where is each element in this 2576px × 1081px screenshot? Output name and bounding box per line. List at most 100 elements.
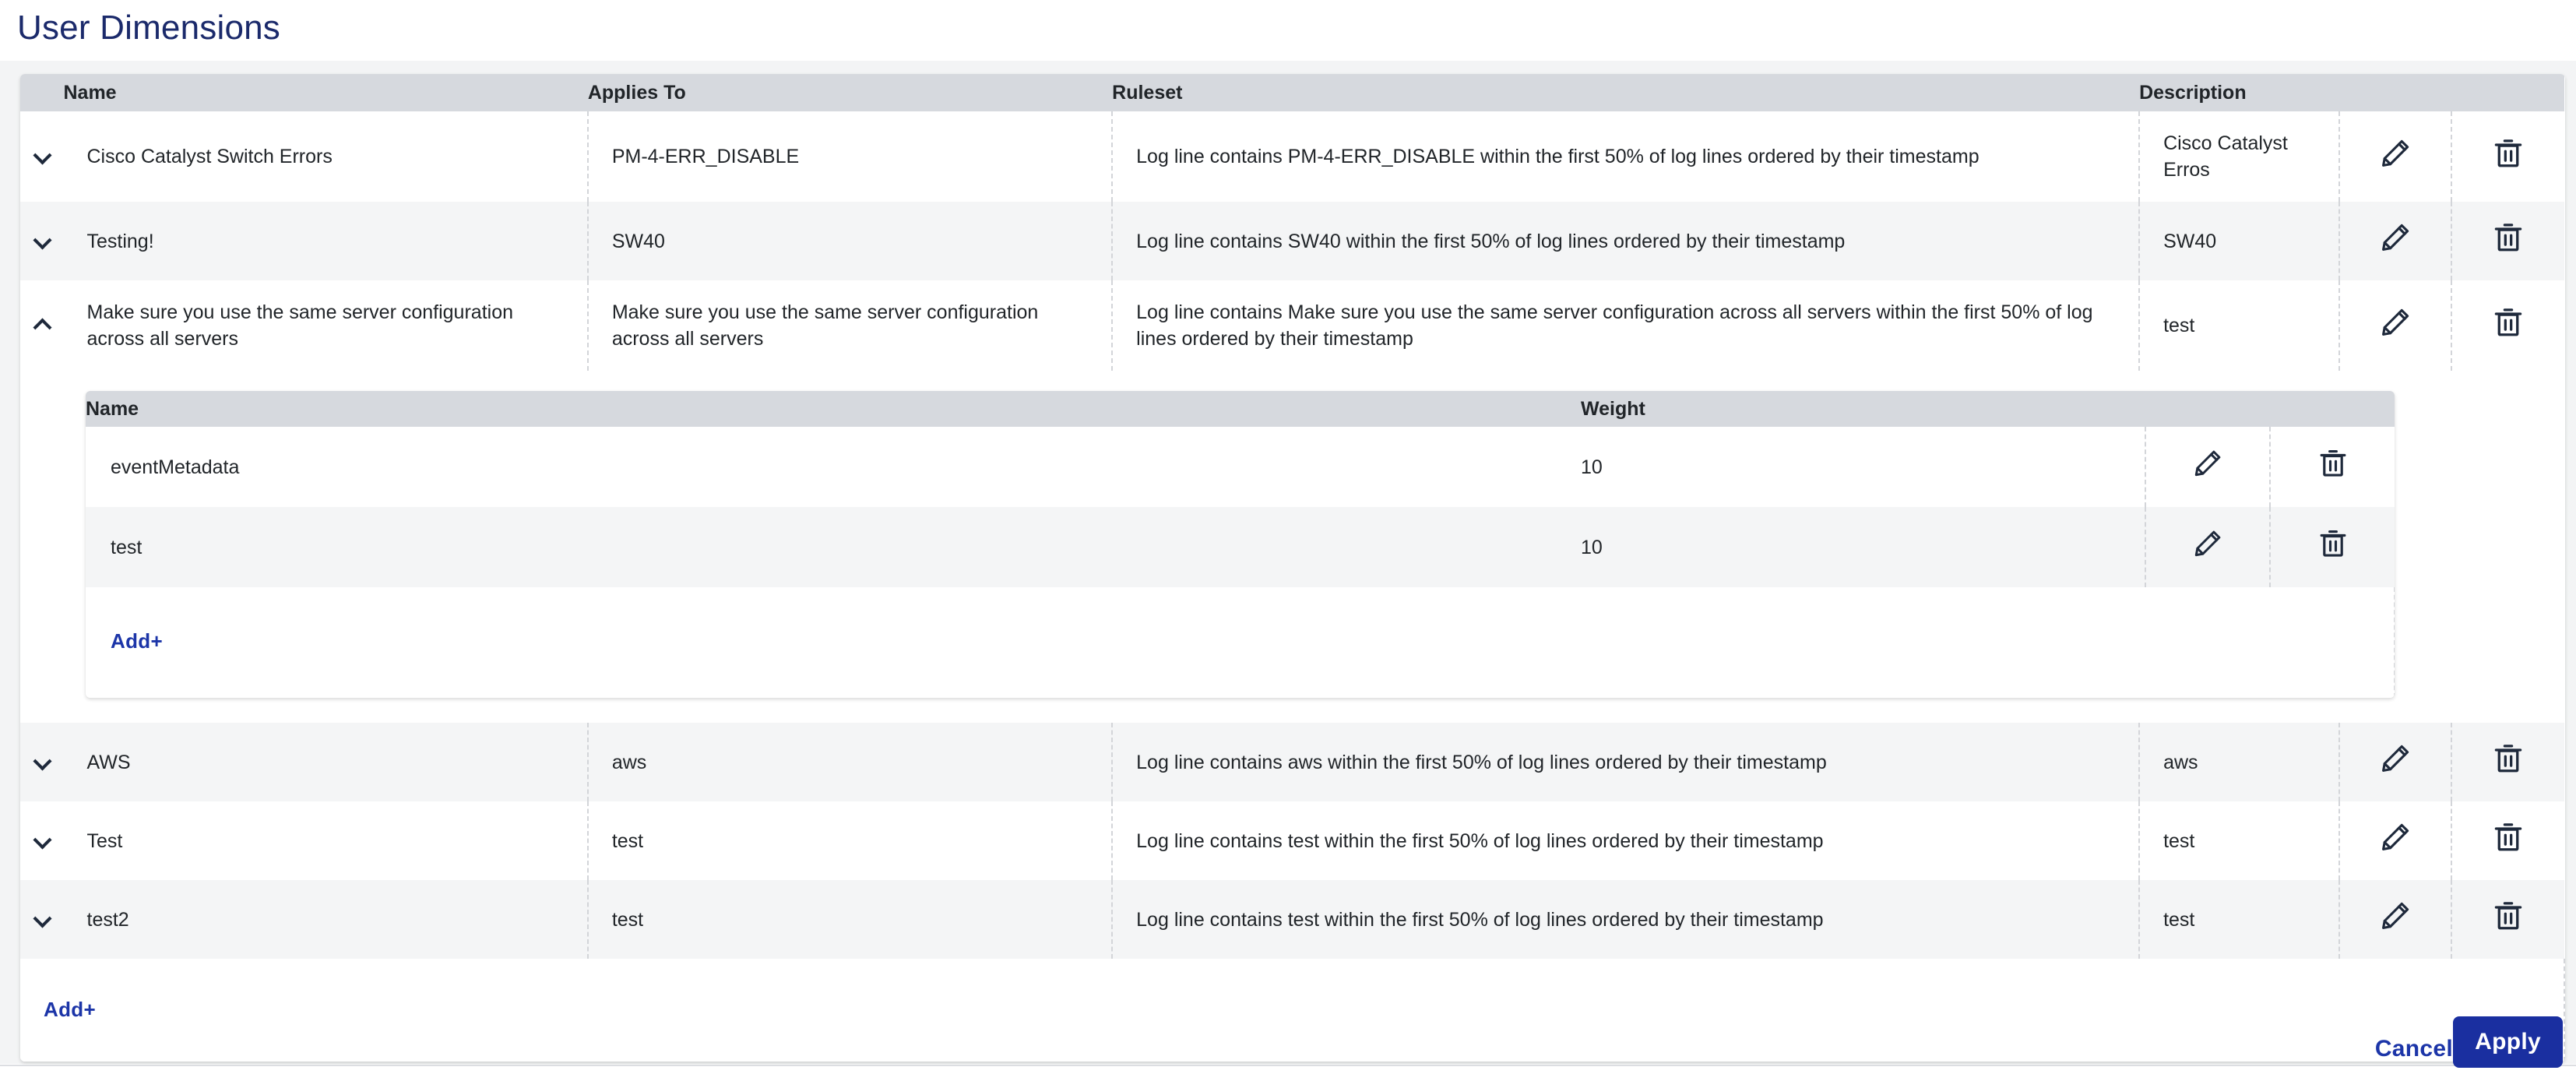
trash-icon[interactable]: [2317, 447, 2349, 480]
cell-name: AWS: [64, 723, 588, 801]
cell-description: aws: [2139, 723, 2339, 801]
trash-icon[interactable]: [2317, 527, 2349, 560]
chevron-down-icon[interactable]: [33, 830, 51, 847]
apply-button[interactable]: Apply: [2453, 1016, 2563, 1068]
cell-name: Cisco Catalyst Switch Errors: [64, 111, 588, 202]
cell-applies-to: aws: [588, 723, 1112, 801]
sub-cell-weight: 10: [1581, 427, 2145, 507]
cell-ruleset: Log line contains SW40 within the first …: [1112, 202, 2139, 280]
sub-edit-button[interactable]: [2145, 507, 2270, 587]
delete-row-button[interactable]: [2451, 880, 2564, 959]
delete-row-button[interactable]: [2451, 111, 2564, 202]
sub-table-row: test 10: [86, 507, 2395, 587]
dimension-fields-card: Name Weight eventMetadata: [86, 391, 2395, 698]
row-expand-toggle[interactable]: [20, 202, 64, 280]
cell-description: SW40: [2139, 202, 2339, 280]
header-edit: [2339, 74, 2451, 111]
pencil-icon[interactable]: [2378, 899, 2412, 933]
sub-edit-button[interactable]: [2145, 427, 2270, 507]
edit-row-button[interactable]: [2339, 880, 2451, 959]
sub-table-body: eventMetadata 10: [86, 427, 2395, 698]
chevron-down-icon[interactable]: [33, 231, 51, 248]
cell-description: Cisco Catalyst Erros: [2139, 111, 2339, 202]
sub-table-row: eventMetadata 10: [86, 427, 2395, 507]
row-expand-toggle[interactable]: [20, 880, 64, 959]
pencil-icon[interactable]: [2191, 527, 2224, 560]
header-description: Description: [2139, 74, 2339, 111]
edit-row-button[interactable]: [2339, 801, 2451, 880]
trash-icon[interactable]: [2491, 899, 2525, 933]
sub-cell-name: eventMetadata: [86, 427, 1581, 507]
row-collapse-toggle[interactable]: [20, 280, 64, 371]
sub-table-add-row: Add+: [86, 587, 2395, 698]
sub-cell-weight: 10: [1581, 507, 2145, 587]
pencil-icon[interactable]: [2378, 820, 2412, 854]
row-expand-toggle[interactable]: [20, 111, 64, 202]
expanded-panel: Name Weight eventMetadata: [20, 371, 2564, 723]
trash-icon[interactable]: [2491, 305, 2525, 340]
delete-row-button[interactable]: [2451, 723, 2564, 801]
edit-row-button[interactable]: [2339, 723, 2451, 801]
cell-description: test: [2139, 880, 2339, 959]
chevron-down-icon[interactable]: [33, 752, 51, 769]
cell-applies-to: test: [588, 801, 1112, 880]
table-row: Testing! SW40 Log line contains SW40 wit…: [20, 202, 2564, 280]
sub-table-header: Name Weight: [86, 391, 2395, 427]
trash-icon[interactable]: [2491, 820, 2525, 854]
cell-applies-to: PM-4-ERR_DISABLE: [588, 111, 1112, 202]
sub-cell-name: test: [86, 507, 1581, 587]
cell-name: Make sure you use the same server config…: [64, 280, 588, 371]
sub-delete-button[interactable]: [2270, 507, 2395, 587]
cell-description: test: [2139, 801, 2339, 880]
page-body: Name Applies To Ruleset Description Cisc…: [0, 61, 2576, 1064]
pencil-icon[interactable]: [2378, 305, 2412, 340]
sub-header-weight: Weight: [1581, 391, 2145, 427]
header-ruleset: Ruleset: [1112, 74, 2139, 111]
add-field-button[interactable]: Add+: [86, 607, 163, 678]
cell-ruleset: Log line contains test within the first …: [1112, 801, 2139, 880]
dimension-fields-table: Name Weight eventMetadata: [86, 391, 2395, 698]
expanded-detail-row: Name Weight eventMetadata: [20, 371, 2564, 723]
cell-description: test: [2139, 280, 2339, 371]
add-dimension-button[interactable]: Add+: [20, 977, 96, 1043]
row-expand-toggle[interactable]: [20, 723, 64, 801]
delete-row-button[interactable]: [2451, 280, 2564, 371]
table-row: AWS aws Log line contains aws within the…: [20, 723, 2564, 801]
header-name: Name: [64, 74, 588, 111]
pencil-icon[interactable]: [2378, 220, 2412, 255]
cell-name: Test: [64, 801, 588, 880]
cell-applies-to: test: [588, 880, 1112, 959]
edit-row-button[interactable]: [2339, 202, 2451, 280]
chevron-down-icon[interactable]: [33, 146, 51, 163]
user-dimensions-card: Name Applies To Ruleset Description Cisc…: [20, 74, 2565, 1062]
table-row: Make sure you use the same server config…: [20, 280, 2564, 371]
header-toggle: [20, 74, 64, 111]
sub-delete-button[interactable]: [2270, 427, 2395, 507]
edit-row-button[interactable]: [2339, 280, 2451, 371]
pencil-icon[interactable]: [2378, 136, 2412, 171]
trash-icon[interactable]: [2491, 220, 2525, 255]
cancel-button[interactable]: Cancel: [2375, 1036, 2453, 1062]
trash-icon[interactable]: [2491, 136, 2525, 171]
trash-icon[interactable]: [2491, 741, 2525, 776]
page-title: User Dimensions: [17, 6, 280, 50]
header-applies-to: Applies To: [588, 74, 1112, 111]
pencil-icon[interactable]: [2378, 741, 2412, 776]
chevron-down-icon[interactable]: [33, 909, 51, 926]
header-delete: [2451, 74, 2564, 111]
table-header: Name Applies To Ruleset Description: [20, 74, 2564, 111]
table-body: Cisco Catalyst Switch Errors PM-4-ERR_DI…: [20, 111, 2564, 1062]
cell-name: Testing!: [64, 202, 588, 280]
table-header-row: Name Applies To Ruleset Description: [20, 74, 2564, 111]
edit-row-button[interactable]: [2339, 111, 2451, 202]
chevron-up-icon[interactable]: [33, 315, 51, 332]
delete-row-button[interactable]: [2451, 202, 2564, 280]
delete-row-button[interactable]: [2451, 801, 2564, 880]
cell-ruleset: Log line contains Make sure you use the …: [1112, 280, 2139, 371]
row-expand-toggle[interactable]: [20, 801, 64, 880]
cell-applies-to: Make sure you use the same server config…: [588, 280, 1112, 371]
table-row: Cisco Catalyst Switch Errors PM-4-ERR_DI…: [20, 111, 2564, 202]
cell-name: test2: [64, 880, 588, 959]
pencil-icon[interactable]: [2191, 447, 2224, 480]
table-row: Test test Log line contains test within …: [20, 801, 2564, 880]
